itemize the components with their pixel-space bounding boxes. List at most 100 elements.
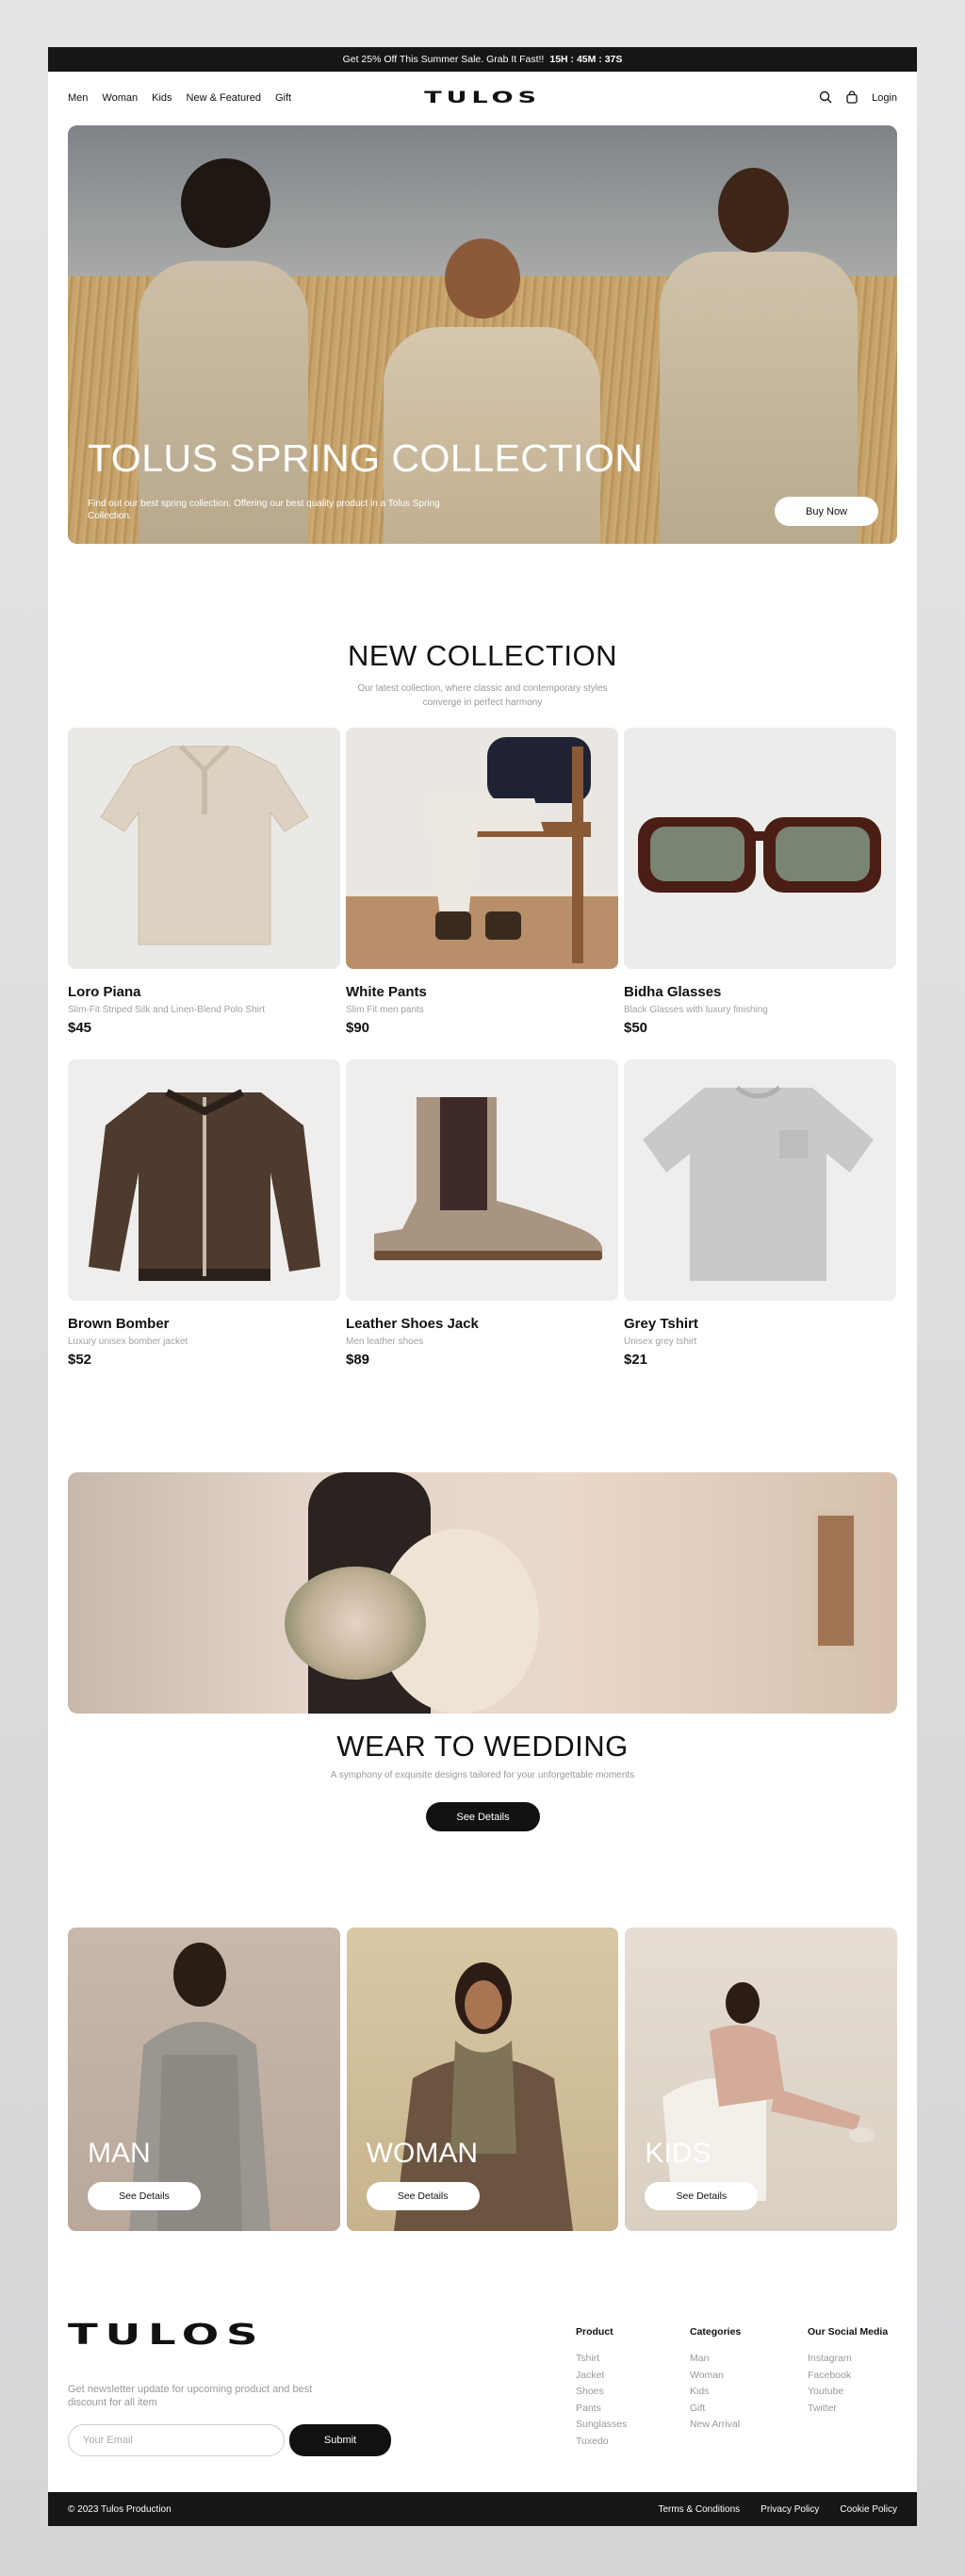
see-details-button[interactable]: See Details bbox=[88, 2182, 201, 2210]
product-price: $45 bbox=[68, 1020, 92, 1036]
bag-icon[interactable] bbox=[845, 90, 859, 107]
hero-banner: TOLUS SPRING COLLECTION Find out our bes… bbox=[68, 125, 897, 544]
hero-text: Find out our best spring collection. Off… bbox=[88, 499, 440, 521]
wedding-title: WEAR TO WEDDING bbox=[336, 1730, 629, 1763]
wedding-see-details-button[interactable]: See Details bbox=[426, 1802, 540, 1831]
copyright: © 2023 Tulos Production bbox=[68, 2503, 172, 2515]
product-desc: Slim-Fit Striped Silk and Linen-Blend Po… bbox=[68, 1005, 265, 1015]
product-card[interactable]: Grey Tshirt Unisex grey tshirt $21 bbox=[624, 1059, 896, 1391]
new-collection-subtitle: Our latest collection, where classic and… bbox=[357, 683, 608, 708]
doorway bbox=[812, 1510, 859, 1651]
product-desc: Unisex grey tshirt bbox=[624, 1337, 697, 1347]
product-desc: Black Glasses with luxury finishing bbox=[624, 1005, 768, 1015]
countdown: 15H : 45M : 37S bbox=[549, 54, 623, 65]
product-price: $52 bbox=[68, 1352, 92, 1368]
product-desc: Luxury unisex bomber jacket bbox=[68, 1337, 188, 1347]
product-card[interactable]: Brown Bomber Luxury unisex bomber jacket… bbox=[68, 1059, 340, 1391]
product-price: $89 bbox=[346, 1352, 370, 1368]
nav-link-woman[interactable]: Woman bbox=[102, 92, 138, 104]
product-image bbox=[624, 728, 896, 969]
product-name: Bidha Glasses bbox=[624, 984, 722, 1000]
product-card[interactable]: Bidha Glasses Black Glasses with luxury … bbox=[624, 728, 896, 1059]
product-name: White Pants bbox=[346, 984, 427, 1000]
footer-link[interactable]: Twitter bbox=[808, 2401, 888, 2418]
search-icon[interactable] bbox=[819, 90, 832, 107]
footer-column-social: Our Social Media Instagram Facebook Yout… bbox=[808, 2326, 888, 2417]
footer-column-title: Our Social Media bbox=[808, 2326, 889, 2338]
nav-link-men[interactable]: Men bbox=[68, 92, 88, 104]
login-link[interactable]: Login bbox=[872, 92, 897, 104]
footer-link[interactable]: Jacket bbox=[576, 2368, 627, 2385]
product-image bbox=[68, 1059, 340, 1301]
footer-link[interactable]: Youtube bbox=[808, 2384, 888, 2401]
footer-column-product: Product Tshirt Jacket Shoes Pants Sungla… bbox=[576, 2326, 627, 2450]
product-price: $21 bbox=[624, 1352, 648, 1368]
product-card[interactable]: Leather Shoes Jack Men leather shoes $89 bbox=[346, 1059, 618, 1391]
newsletter-text: Get newsletter update for upcoming produ… bbox=[68, 2384, 313, 2408]
nav-links: Men Woman Kids New & Featured Gift bbox=[68, 92, 291, 104]
nav-link-kids[interactable]: Kids bbox=[152, 92, 172, 104]
footer-link[interactable]: Tuxedo bbox=[576, 2434, 627, 2451]
footer-link[interactable]: Tshirt bbox=[576, 2351, 627, 2368]
legal-links: Terms & Conditions Privacy Policy Cookie… bbox=[658, 2504, 897, 2515]
promo-bar: Get 25% Off This Summer Sale. Grab It Fa… bbox=[48, 47, 917, 72]
product-image bbox=[346, 728, 618, 969]
product-grid: Loro Piana Slim-Fit Striped Silk and Lin… bbox=[68, 728, 897, 1391]
nav-link-new-featured[interactable]: New & Featured bbox=[187, 92, 261, 104]
wedding-subtitle: A symphony of exquisite designs tailored… bbox=[330, 1770, 635, 1780]
email-input[interactable]: Your Email bbox=[68, 2424, 285, 2456]
product-name: Loro Piana bbox=[68, 984, 141, 1000]
model-head bbox=[445, 238, 520, 319]
footer-link[interactable]: Pants bbox=[576, 2401, 627, 2418]
brand-logo[interactable]: TULOS bbox=[424, 89, 541, 107]
product-name: Grey Tshirt bbox=[624, 1316, 698, 1332]
model-head bbox=[718, 168, 789, 253]
category-card-woman[interactable]: WOMAN See Details bbox=[346, 1928, 619, 2231]
footer-link[interactable]: Shoes bbox=[576, 2384, 627, 2401]
footer-link[interactable]: Facebook bbox=[808, 2368, 888, 2385]
footer-link[interactable]: Man bbox=[690, 2351, 741, 2368]
product-image bbox=[346, 1059, 618, 1301]
navbar: Men Woman Kids New & Featured Gift TULOS… bbox=[48, 72, 917, 124]
product-price: $50 bbox=[624, 1020, 648, 1036]
product-card[interactable]: White Pants Slim Fit men pants $90 bbox=[346, 728, 618, 1059]
footer-column-title: Categories bbox=[690, 2326, 742, 2338]
footer-column-categories: Categories Man Woman Kids Gift New Arriv… bbox=[690, 2326, 741, 2434]
see-details-button[interactable]: See Details bbox=[645, 2182, 759, 2210]
category-card-man[interactable]: MAN See Details bbox=[68, 1928, 340, 2231]
product-desc: Slim Fit men pants bbox=[346, 1005, 424, 1015]
footer-link[interactable]: Kids bbox=[690, 2384, 741, 2401]
product-name: Leather Shoes Jack bbox=[346, 1316, 479, 1332]
category-cards: MAN See Details WOMAN See Details KIDS S… bbox=[68, 1928, 898, 2231]
page: Get 25% Off This Summer Sale. Grab It Fa… bbox=[48, 47, 917, 2526]
product-card[interactable]: Loro Piana Slim-Fit Striped Silk and Lin… bbox=[68, 728, 340, 1059]
footer-link[interactable]: Gift bbox=[690, 2401, 741, 2418]
nav-link-gift[interactable]: Gift bbox=[275, 92, 291, 104]
category-card-kids[interactable]: KIDS See Details bbox=[625, 1928, 898, 2231]
footer-link[interactable]: Woman bbox=[690, 2368, 741, 2385]
footer-link[interactable]: Sunglasses bbox=[576, 2417, 627, 2434]
category-label: MAN bbox=[88, 2138, 151, 2169]
new-collection-title: NEW COLLECTION bbox=[347, 639, 618, 672]
model-head bbox=[181, 158, 270, 248]
footer-link[interactable]: Instagram bbox=[808, 2351, 888, 2368]
cookie-link[interactable]: Cookie Policy bbox=[840, 2504, 897, 2515]
terms-link[interactable]: Terms & Conditions bbox=[658, 2504, 740, 2515]
product-image bbox=[624, 1059, 896, 1301]
promo-text: Get 25% Off This Summer Sale. Grab It Fa… bbox=[342, 54, 545, 65]
bouquet bbox=[285, 1567, 426, 1680]
bottom-bar: © 2023 Tulos Production Terms & Conditio… bbox=[48, 2492, 917, 2526]
privacy-link[interactable]: Privacy Policy bbox=[761, 2504, 819, 2515]
submit-button[interactable]: Submit bbox=[289, 2424, 391, 2456]
product-image bbox=[68, 728, 340, 969]
footer-link[interactable]: New Arrival bbox=[690, 2417, 741, 2434]
footer-logo[interactable]: TULOS bbox=[68, 2319, 265, 2352]
product-name: Brown Bomber bbox=[68, 1316, 170, 1332]
buy-now-button[interactable]: Buy Now bbox=[775, 497, 878, 526]
footer-column-title: Product bbox=[576, 2326, 613, 2338]
product-desc: Men leather shoes bbox=[346, 1337, 424, 1347]
wedding-banner bbox=[68, 1472, 897, 1714]
see-details-button[interactable]: See Details bbox=[366, 2182, 480, 2210]
category-label: WOMAN bbox=[366, 2138, 478, 2169]
nav-actions: Login bbox=[819, 90, 897, 107]
